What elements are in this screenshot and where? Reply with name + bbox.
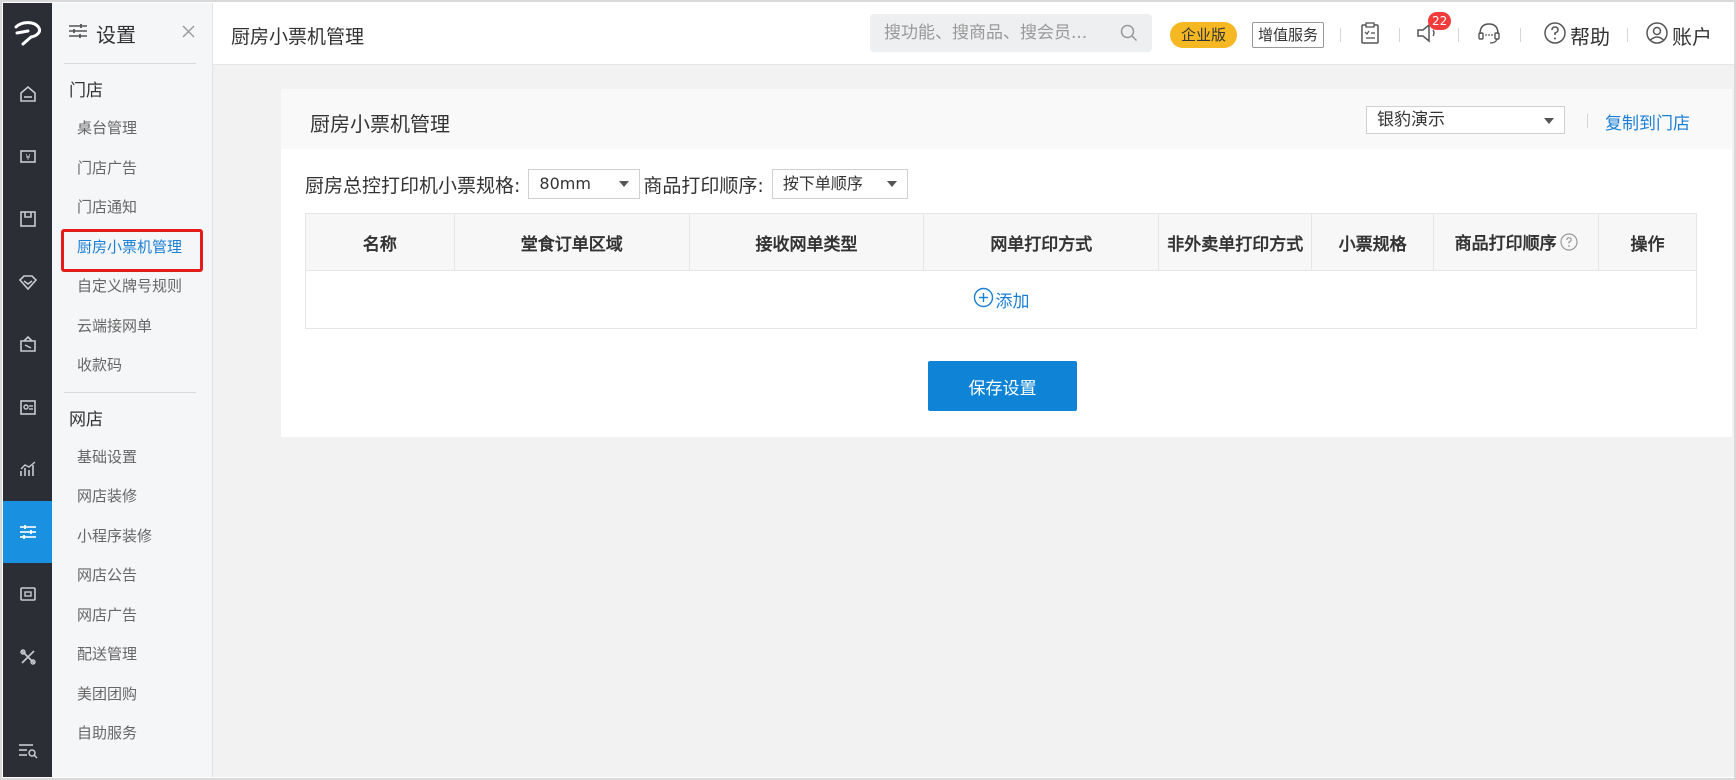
divider (1340, 28, 1341, 42)
sidebar-item-store-notice[interactable]: 门店通知 (52, 188, 212, 228)
copy-to-store-link[interactable]: 复制到门店 (1605, 109, 1690, 134)
divider (64, 63, 196, 64)
column-header-name: 名称 (305, 213, 455, 271)
column-header-online-order-type: 接收网单类型 (689, 213, 925, 271)
sidebar-item-kitchen-printer[interactable]: 厨房小票机管理 (52, 228, 212, 271)
spec-label: 厨房总控打印机小票规格: (305, 174, 521, 197)
chevron-down-icon (886, 181, 897, 187)
section-title-online-store: 网店 (69, 409, 103, 430)
printer-spec-row: 厨房总控打印机小票规格: 80mm 商品打印顺序: 按下单顺序 (305, 169, 908, 199)
search-icon[interactable] (1120, 24, 1138, 46)
top-header: 厨房小票机管理 企业版 增值服务 22 帮助 账户 (213, 3, 1736, 65)
divider (1627, 28, 1628, 42)
column-header-online-print-method: 网单打印方式 (923, 213, 1160, 271)
cashier-icon[interactable]: ¥ (3, 126, 52, 189)
order-select-value: 按下单顺序 (782, 174, 863, 193)
help-icon (1543, 21, 1567, 50)
tools-icon[interactable] (3, 626, 52, 689)
value-added-services-button[interactable]: 增值服务 (1252, 22, 1325, 48)
divider (1520, 28, 1521, 42)
task-checklist-icon[interactable] (1359, 21, 1381, 49)
column-header-print-order: 商品打印顺序 (1433, 213, 1600, 271)
sidebar-item-meituan-groupbuy[interactable]: 美团团购 (52, 675, 212, 715)
sidebar-item-online-ads[interactable]: 网店广告 (52, 596, 212, 636)
settings-icon[interactable] (3, 500, 52, 563)
add-printer-button[interactable]: 添加 (973, 287, 1030, 313)
store-select-value: 银豹演示 (1377, 110, 1445, 130)
section-title-store: 门店 (69, 81, 103, 101)
divider (64, 391, 196, 393)
sidebar-header: 设置 (52, 3, 212, 63)
icon-rail: ¥ (3, 3, 52, 777)
question-icon[interactable] (1559, 232, 1578, 256)
sidebar-item-payment-code[interactable]: 收款码 (52, 346, 212, 386)
plus-circle-icon (973, 287, 996, 313)
staff-icon[interactable] (3, 376, 52, 439)
promotion-icon[interactable] (3, 313, 52, 376)
help-link[interactable]: 帮助 (1543, 21, 1610, 50)
sidebar-item-basic-settings[interactable]: 基础设置 (52, 438, 212, 478)
add-label: 添加 (995, 292, 1030, 312)
order-label: 商品打印顺序: (643, 174, 764, 197)
sidebar-item-online-notice[interactable]: 网店公告 (52, 556, 212, 596)
account-label: 账户 (1672, 25, 1712, 49)
report-icon[interactable] (3, 438, 52, 501)
print-order-header-label: 商品打印顺序 (1454, 233, 1557, 254)
page-title: 厨房小票机管理 (231, 26, 365, 48)
table-row: 添加 (306, 271, 1697, 329)
close-icon[interactable] (181, 24, 196, 43)
printer-table: 名称 堂食订单区域 接收网单类型 网单打印方式 非外卖单打印方式 小票规格 商品… (305, 213, 1697, 329)
search-input[interactable] (870, 14, 1100, 52)
sidebar-title: 设置 (96, 22, 136, 47)
sidebar-item-store-decoration[interactable]: 网店装修 (52, 477, 212, 517)
sidebar-item-store-ads[interactable]: 门店广告 (52, 149, 212, 189)
table-header-row: 名称 堂食订单区域 接收网单类型 网单打印方式 非外卖单打印方式 小票规格 商品… (305, 213, 1697, 271)
sidebar-item-self-service[interactable]: 自助服务 (52, 714, 212, 754)
sliders-icon (68, 22, 88, 44)
column-header-nontakeaway-print-method: 非外卖单打印方式 (1158, 213, 1313, 271)
device-icon[interactable] (3, 563, 52, 626)
account-link[interactable]: 账户 (1645, 21, 1712, 50)
home-icon[interactable] (3, 63, 52, 126)
card-header: 厨房小票机管理 银豹演示 复制到门店 (281, 89, 1732, 149)
order-select[interactable]: 按下单顺序 (771, 169, 908, 199)
main-content: 厨房小票机管理 银豹演示 复制到门店 厨房总控打印机小票规格: 80mm 商品打… (213, 65, 1736, 777)
menu-search-icon[interactable] (3, 722, 52, 777)
card-title: 厨房小票机管理 (310, 112, 450, 136)
save-settings-button[interactable]: 保存设置 (928, 361, 1077, 411)
sidebar-item-delivery[interactable]: 配送管理 (52, 635, 212, 675)
customer-service-icon[interactable] (1476, 21, 1502, 49)
sidebar-item-miniprogram-decoration[interactable]: 小程序装修 (52, 517, 212, 557)
notification-count-badge: 22 (1428, 12, 1452, 30)
logo-icon[interactable] (3, 3, 52, 63)
divider (1399, 28, 1400, 42)
svg-text:¥: ¥ (25, 153, 30, 162)
global-search (870, 14, 1152, 52)
add-row-cell: 添加 (306, 271, 1697, 329)
sidebar-item-cloud-orders[interactable]: 云端接网单 (52, 307, 212, 347)
member-icon[interactable] (3, 251, 52, 314)
spec-select[interactable]: 80mm (528, 169, 641, 199)
edition-badge[interactable]: 企业版 (1170, 22, 1238, 48)
chevron-down-icon (619, 181, 630, 187)
printer-settings-card: 厨房小票机管理 银豹演示 复制到门店 厨房总控打印机小票规格: 80mm 商品打… (281, 89, 1732, 437)
spec-select-value: 80mm (539, 174, 591, 193)
divider (1587, 114, 1588, 128)
chevron-down-icon (1544, 118, 1554, 124)
help-label: 帮助 (1570, 25, 1610, 49)
column-header-dinein-area: 堂食订单区域 (454, 213, 690, 271)
sidebar-item-number-rules[interactable]: 自定义牌号规则 (52, 267, 212, 307)
sidebar-item-table-management[interactable]: 桌台管理 (52, 109, 212, 149)
divider (1458, 28, 1459, 42)
column-header-actions: 操作 (1598, 213, 1697, 271)
store-select[interactable]: 银豹演示 (1366, 106, 1565, 134)
account-icon (1645, 21, 1669, 50)
settings-sidebar: 设置 门店 桌台管理 门店广告 门店通知 厨房小票机管理 自定义牌号规则 云端接… (52, 3, 213, 777)
store-icon[interactable] (3, 188, 52, 251)
column-header-ticket-spec: 小票规格 (1311, 213, 1435, 271)
